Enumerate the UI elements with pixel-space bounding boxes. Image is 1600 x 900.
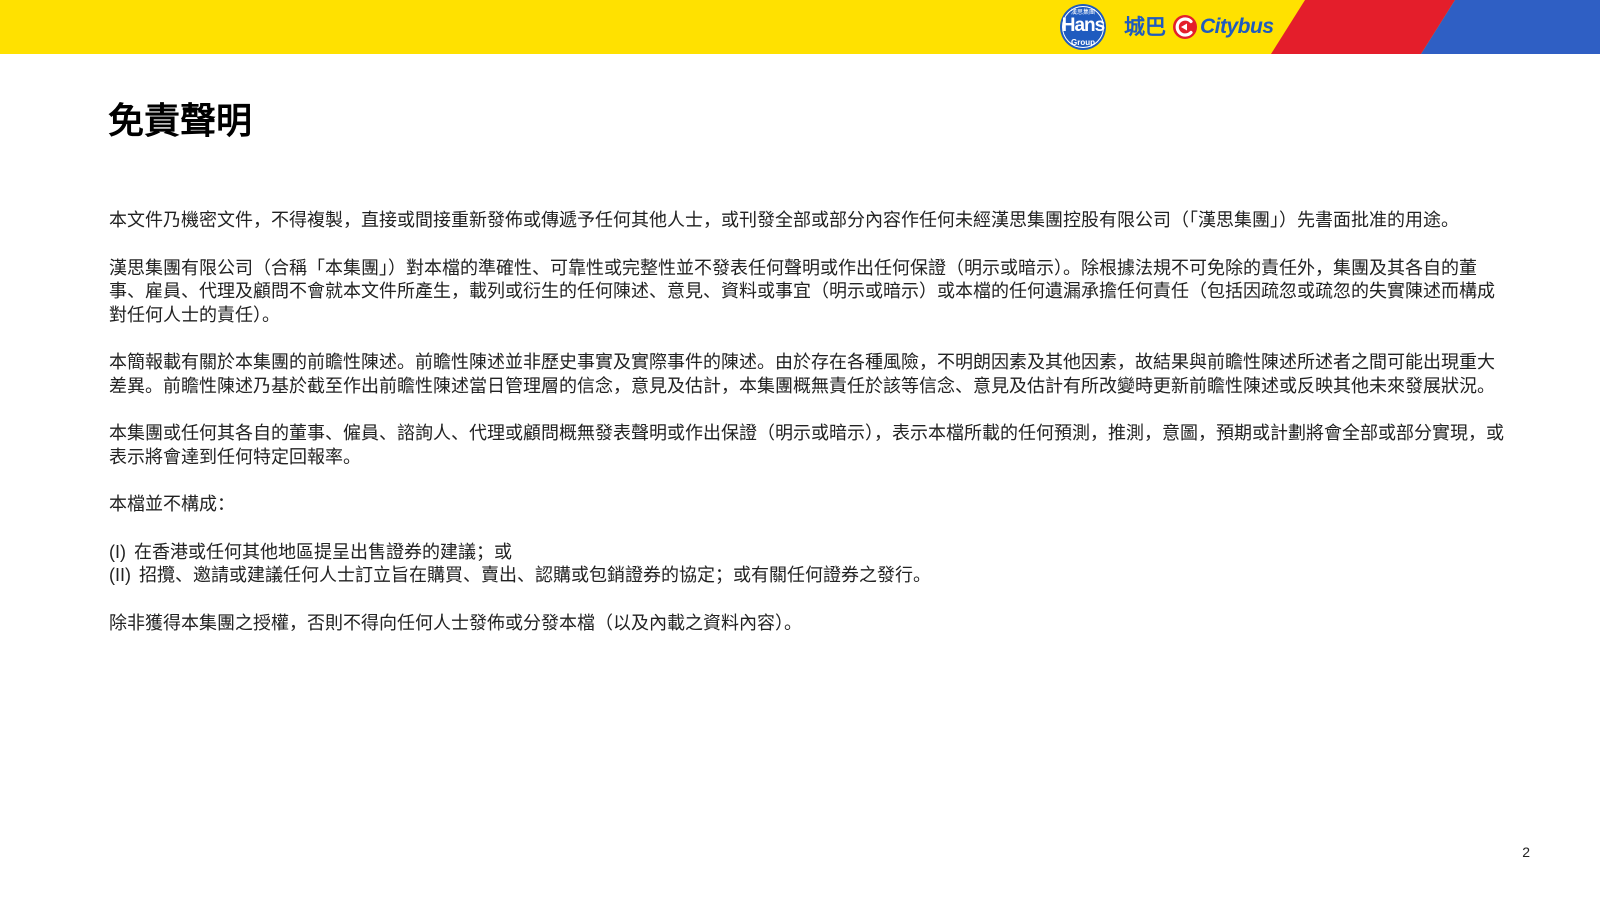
hans-group-logo: 漢思集團 Hans Group: [1058, 3, 1108, 51]
paragraph-closing: 除非獲得本集團之授權，否則不得向任何人士發佈或分發本檔（以及內載之資料內容）。: [109, 612, 802, 634]
list-item-text: 在香港或任何其他地區提呈出售證券的建議；或: [134, 541, 512, 563]
list-item: (II) 招攬、邀請或建議任何人士訂立旨在購買、賣出、認購或包銷證券的協定；或有關…: [109, 564, 1504, 588]
paragraph-confidentiality: 本文件乃機密文件，不得複製，直接或間接重新發佈或傳遞予任何其他人士，或刊發全部或…: [109, 210, 1459, 231]
list-marker: (I): [109, 541, 126, 562]
paragraph-no-assurance: 本集團或任何其各自的董事、僱員、諮詢人、代理或顧問概無發表聲明或作出保證（明示或…: [109, 423, 1504, 468]
hans-logo-word: Hans: [1061, 15, 1105, 36]
list-item-text: 招攬、邀請或建議任何人士訂立旨在購買、賣出、認購或包銷證券的協定；或有關任何證券…: [139, 565, 931, 586]
citybus-c-icon: [1173, 15, 1197, 39]
citybus-chinese-name: 城巴: [1124, 15, 1166, 39]
page-title: 免責聲明: [108, 101, 253, 142]
disclaimer-body: 本文件乃機密文件，不得複製，直接或間接重新發佈或傳遞予任何其他人士，或刊發全部或…: [109, 209, 1504, 659]
citybus-english-name: Citybus: [1200, 15, 1274, 38]
header-bar: 漢思集團 Hans Group 城巴 Citybus: [0, 0, 1600, 54]
paragraph-no-warranty: 漢思集團有限公司（合稱「本集團」）對本檔的準確性、可靠性或完整性並不發表任何聲明…: [109, 257, 1495, 326]
paragraph-not-constitute: 本檔並不構成：: [109, 494, 235, 515]
hans-logo-sub: Group: [1071, 38, 1095, 47]
page-number: 2: [1522, 844, 1530, 860]
paragraph-forward-looking: 本簡報載有關於本集團的前瞻性陳述。前瞻性陳述並非歷史事實及實際事件的陳述。由於存…: [109, 352, 1495, 397]
list-item: (I) 在香港或任何其他地區提呈出售證券的建議；或: [109, 541, 1504, 565]
brand-logos: 漢思集團 Hans Group 城巴 Citybus: [1058, 3, 1274, 51]
header-color-stripes: [1271, 0, 1600, 54]
list-marker: (II): [109, 565, 131, 585]
